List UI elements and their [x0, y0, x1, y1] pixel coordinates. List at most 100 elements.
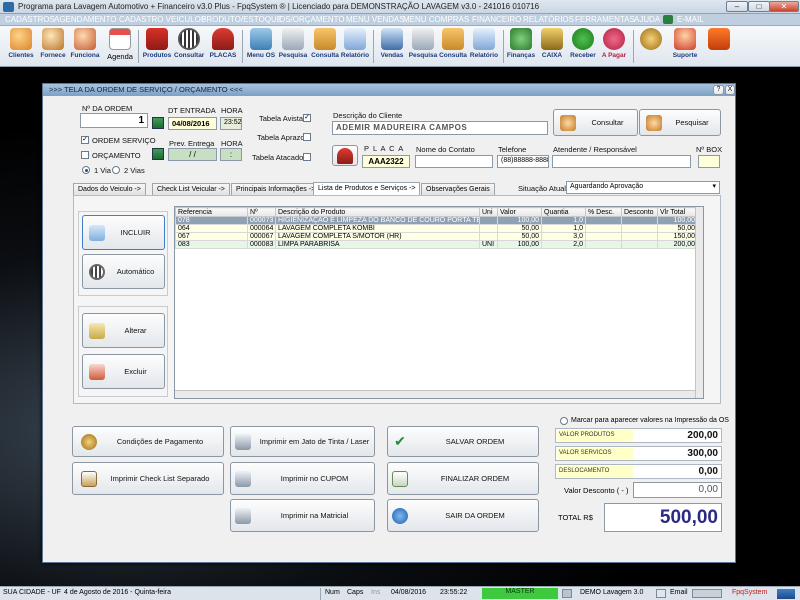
help-button[interactable]: ? — [713, 85, 724, 95]
col-descricao[interactable]: Descrição do Produto — [275, 207, 480, 217]
vertical-scrollbar[interactable] — [695, 207, 703, 398]
col-valor[interactable]: Valor — [497, 207, 542, 217]
toolbar-consulta-os-button[interactable]: Consulta — [310, 28, 340, 65]
salvar-ordem-button[interactable]: ✔ SALVAR ORDEM — [387, 426, 539, 457]
status-fpq[interactable]: FpqSystem — [732, 589, 767, 596]
car-placa-button[interactable] — [332, 145, 358, 166]
toolbar-apagar-button[interactable]: A Pagar — [599, 28, 629, 65]
table-row[interactable]: 067 000067 LAVAGEM COMPLETA S/MOTOR (HR) 50… — [175, 232, 698, 241]
consultar-button[interactable]: Consultar — [553, 109, 638, 136]
hora-field[interactable]: 23:52 — [220, 117, 242, 130]
menu-compras[interactable]: MENU COMPRAS — [403, 15, 469, 24]
ordem-number-field[interactable]: 1 — [80, 113, 148, 128]
tabela-avista-checkbox[interactable]: ✓ — [303, 114, 311, 122]
sair-ordem-button[interactable]: SAIR DA ORDEM — [387, 499, 539, 532]
horizontal-scrollbar[interactable] — [175, 390, 695, 398]
toolbar-funciona-button[interactable]: Funciona — [70, 28, 100, 65]
table-row[interactable]: 083 000083 LIMPA PARABRISA UNI 100,00 2,0 200,… — [175, 240, 698, 249]
toolbar-agenda-button[interactable]: Agenda — [106, 28, 134, 65]
nbox-field[interactable] — [698, 155, 720, 168]
prev-hora-field[interactable]: : — [220, 148, 242, 161]
toolbar-fornece-button[interactable]: Fornece — [38, 28, 68, 65]
maximize-button[interactable]: □ — [748, 1, 770, 12]
dt-entrada-field[interactable]: 04/08/2016 — [168, 117, 217, 130]
incluir-button[interactable]: INCLUIR — [82, 215, 165, 250]
toolbar-suporte-button[interactable]: Suporte — [670, 28, 700, 65]
toolbar-caixa-button[interactable]: CAIXA — [538, 28, 566, 65]
imprimir-cupom-button[interactable]: Imprimir no CUPOM — [230, 462, 375, 495]
via2-radio[interactable] — [112, 166, 120, 174]
toolbar-placas-button[interactable]: PLACAS — [208, 28, 238, 65]
menu-agendamento[interactable]: AGENDAMENTO — [54, 15, 117, 24]
toolbar-relatorio-os-button[interactable]: Relatório — [340, 28, 370, 65]
automatico-button[interactable]: Automático — [82, 254, 165, 289]
condicoes-pagamento-button[interactable]: Condições de Pagamento — [72, 426, 224, 457]
desconto-field[interactable]: 0,00 — [633, 482, 722, 498]
email-icon[interactable] — [663, 15, 673, 24]
dialog-close-button[interactable]: X — [725, 85, 735, 95]
col-desconto[interactable]: Desconto — [621, 207, 658, 217]
col-perc-desc[interactable]: % Desc. — [585, 207, 622, 217]
finalizar-ordem-button[interactable]: FINALIZAR ORDEM — [387, 462, 539, 495]
toolbar-consultar-button[interactable]: Consultar — [174, 28, 204, 65]
menu-ferramentas[interactable]: FERRAMENTAS — [575, 15, 635, 24]
toolbar-produtos-button[interactable]: Produtos — [142, 28, 172, 65]
orcamento-checkbox[interactable] — [81, 151, 89, 159]
toolbar-menu-os-button[interactable]: Menu OS — [246, 28, 276, 65]
placa-field[interactable]: AAA2322 — [362, 155, 410, 168]
menu-cadastros[interactable]: CADASTROS — [5, 15, 55, 24]
calendar-icon[interactable] — [152, 148, 164, 160]
toolbar-relatorio-vendas-button[interactable]: Relatório — [468, 28, 500, 65]
minimize-button[interactable]: – — [726, 1, 748, 12]
toolbar-receber-button[interactable]: Receber — [568, 28, 598, 65]
menu-vendas[interactable]: MENU VENDAS — [346, 15, 405, 24]
prev-entrega-field[interactable]: / / — [168, 148, 217, 161]
menu-ajuda[interactable]: AJUDA — [634, 15, 660, 24]
items-grid[interactable]: Referencia Nº Descrição do Produto Uni V… — [174, 206, 704, 399]
menu-os-orcamento[interactable]: OS/ORÇAMENTO — [279, 15, 345, 24]
pesquisar-button[interactable]: Pesquisar — [639, 109, 721, 136]
tab-check-list[interactable]: Check List Veicular -> — [152, 183, 230, 195]
menu-relatorios[interactable]: RELATÓRIOS — [523, 15, 574, 24]
status-email[interactable]: Email — [670, 589, 688, 596]
tab-dados-veiculo[interactable]: Dados do Veiculo -> — [73, 183, 146, 195]
col-uni[interactable]: Uni — [479, 207, 498, 217]
imprimir-checklist-button[interactable]: Imprimir Check List Separado — [72, 462, 224, 495]
telefone-field[interactable]: (88)88888-8888 — [497, 155, 549, 168]
tab-observacoes[interactable]: Observações Gerais — [421, 183, 495, 195]
alterar-button[interactable]: Alterar — [82, 313, 165, 348]
col-quantia[interactable]: Quantia — [541, 207, 586, 217]
deslocamento-value[interactable]: 0,00 — [699, 466, 718, 477]
marcar-valores-radio[interactable] — [560, 417, 568, 425]
toolbar-pesquisa-os-button[interactable]: Pesquisa — [278, 28, 308, 65]
menu-produto-estoque[interactable]: PRODUTO/ESTOQUE — [201, 15, 282, 24]
col-numero[interactable]: Nº — [247, 207, 276, 217]
tabela-atacado-checkbox[interactable] — [303, 153, 311, 161]
toolbar-vendas-button[interactable]: Vendas — [377, 28, 407, 65]
cliente-field[interactable]: ADEMIR MADUREIRA CAMPOS — [332, 121, 548, 135]
calendar-icon[interactable] — [152, 117, 164, 129]
imprimir-jato-button[interactable]: Imprimir em Jato de Tinta / Laser — [230, 426, 375, 457]
menu-email[interactable]: E-MAIL — [677, 15, 704, 24]
toolbar-pesquisa-vendas-button[interactable]: Pesquisa — [408, 28, 438, 65]
via1-radio[interactable] — [82, 166, 90, 174]
toolbar-coins-button[interactable] — [638, 28, 664, 65]
col-referencia[interactable]: Referencia — [175, 207, 248, 217]
table-row[interactable]: 078 000073 HIGIENIZAÇÃO E LIMPEZA DO BANCO… — [175, 216, 698, 225]
toolbar-exit-button[interactable] — [706, 28, 732, 65]
situacao-select[interactable]: Aguardando Aprovação ▾ — [566, 181, 720, 194]
tab-principais-informacoes[interactable]: Principais Informações -> — [231, 183, 321, 195]
table-row[interactable]: 064 000064 LAVAGEM COMPLETA KOMBI 50,00 1,0 5… — [175, 224, 698, 233]
imprimir-matricial-button[interactable]: Imprimir na Matricial — [230, 499, 375, 532]
toolbar-clientes-button[interactable]: Clientes — [6, 28, 36, 65]
close-window-button[interactable]: ✕ — [769, 1, 799, 12]
atendente-field[interactable] — [552, 155, 691, 168]
tabela-aprazo-checkbox[interactable] — [303, 133, 311, 141]
tab-lista-produtos[interactable]: Lista de Produtos e Serviços -> — [313, 182, 421, 195]
menu-financeiro[interactable]: FINANCEIRO — [472, 15, 521, 24]
contato-field[interactable] — [415, 155, 493, 168]
excluir-button[interactable]: Excluir — [82, 354, 165, 389]
toolbar-financas-button[interactable]: Finanças — [506, 28, 536, 65]
toolbar-consulta-vendas-button[interactable]: Consulta — [438, 28, 468, 65]
ordem-servico-checkbox[interactable]: ✓ — [81, 136, 89, 144]
